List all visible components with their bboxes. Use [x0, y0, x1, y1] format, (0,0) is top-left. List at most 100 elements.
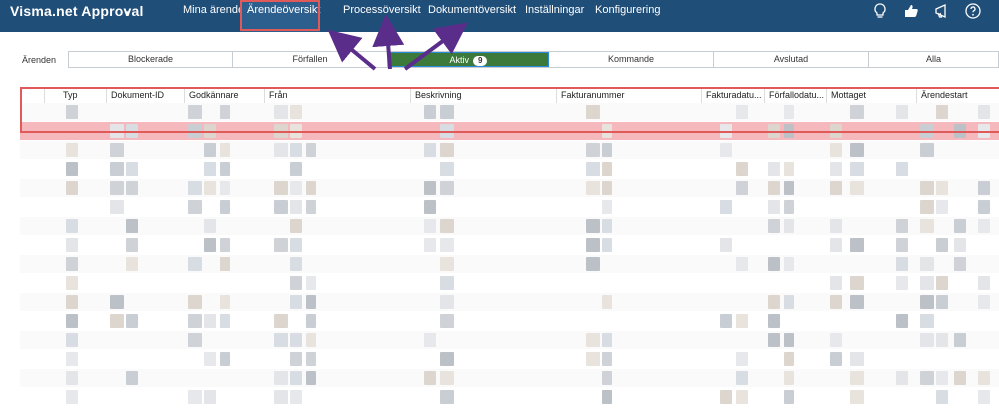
filter-label: Ärenden [22, 55, 57, 65]
obscured-cell [896, 162, 908, 176]
table-row[interactable] [20, 217, 999, 235]
obscured-cell [66, 143, 78, 157]
obscured-cell [306, 276, 316, 290]
app-title[interactable]: Visma.net Approval [10, 3, 144, 19]
obscured-cell [720, 238, 732, 252]
obscured-cell [768, 257, 780, 271]
obscured-cell [978, 276, 990, 290]
obscured-cell [126, 371, 138, 385]
obscured-cell [220, 314, 230, 328]
tab-kommande[interactable]: Kommande [549, 52, 714, 67]
table-row[interactable] [20, 255, 999, 273]
count-badge: 9 [473, 56, 488, 66]
obscured-cell [126, 257, 138, 271]
table-row[interactable] [20, 331, 999, 349]
thumbs-icon[interactable] [902, 2, 920, 20]
table-row[interactable] [20, 350, 999, 368]
obscured-cell [602, 200, 612, 214]
nav-item-dokumentoversikt[interactable]: Dokumentöversikt [428, 0, 516, 32]
chevron-down-icon[interactable]: ▾ [125, 9, 130, 19]
tab-aktiv[interactable]: Aktiv 9 [388, 52, 549, 67]
table-row[interactable] [20, 369, 999, 387]
obscured-cell [736, 314, 748, 328]
obscured-cell [110, 295, 124, 309]
obscured-cell [204, 181, 216, 195]
obscured-cell [896, 257, 908, 271]
nav-item-konfigurering[interactable]: Konfigurering [595, 0, 660, 32]
obscured-cell [936, 200, 948, 214]
obscured-cell [424, 181, 436, 195]
obscured-cell [830, 333, 842, 347]
obscured-cell [920, 257, 934, 271]
obscured-cell [954, 257, 966, 271]
obscured-cell [920, 181, 934, 195]
table-row[interactable] [20, 179, 999, 197]
obscured-cell [440, 390, 454, 404]
obscured-cell [736, 162, 748, 176]
obscured-cell [424, 219, 436, 233]
obscured-cell [602, 143, 612, 157]
obscured-cell [306, 371, 316, 385]
obscured-cell [440, 371, 454, 385]
tab-blockerade[interactable]: Blockerade [69, 52, 233, 67]
obscured-cell [126, 181, 138, 195]
table-row[interactable] [20, 274, 999, 292]
obscured-cell [586, 352, 600, 366]
obscured-cell [978, 219, 990, 233]
obscured-cell [896, 314, 908, 328]
obscured-cell [424, 143, 436, 157]
lightbulb-icon[interactable] [871, 2, 889, 20]
obscured-cell [440, 238, 454, 252]
table-row[interactable] [20, 236, 999, 254]
obscured-cell [602, 371, 612, 385]
obscured-cell [66, 371, 78, 385]
nav-item-installningar[interactable]: Inställningar [525, 0, 584, 32]
table-row[interactable] [20, 141, 999, 159]
table-row[interactable] [20, 388, 999, 406]
megaphone-icon[interactable] [933, 2, 951, 20]
obscured-cell [66, 314, 78, 328]
tab-alla[interactable]: Alla [869, 52, 998, 67]
tab-forfallen[interactable]: Förfallen [233, 52, 388, 67]
obscured-cell [586, 333, 600, 347]
obscured-cell [784, 162, 794, 176]
obscured-cell [896, 219, 908, 233]
obscured-cell [978, 181, 990, 195]
obscured-cell [188, 333, 202, 347]
obscured-cell [306, 352, 316, 366]
obscured-cell [306, 333, 316, 347]
table-row[interactable] [20, 160, 999, 178]
obscured-cell [220, 257, 230, 271]
obscured-cell [188, 181, 202, 195]
obscured-cell [978, 371, 990, 385]
table-row[interactable] [20, 293, 999, 311]
obscured-cell [220, 181, 230, 195]
highlight-box-grid [20, 87, 999, 133]
obscured-cell [920, 371, 934, 385]
obscured-cell [306, 181, 316, 195]
obscured-cell [66, 295, 78, 309]
help-icon[interactable] [964, 2, 982, 20]
obscured-cell [290, 390, 302, 404]
obscured-cell [936, 390, 948, 404]
obscured-cell [768, 333, 780, 347]
obscured-cell [110, 200, 124, 214]
obscured-cell [602, 295, 612, 309]
obscured-cell [66, 333, 78, 347]
tab-avslutad[interactable]: Avslutad [714, 52, 869, 67]
highlight-box-nav [240, 0, 320, 31]
obscured-cell [290, 143, 302, 157]
obscured-cell [274, 143, 288, 157]
obscured-cell [440, 219, 454, 233]
obscured-cell [830, 219, 842, 233]
obscured-cell [66, 162, 78, 176]
tab-aktiv-label: Aktiv [449, 55, 470, 65]
table-row[interactable] [20, 312, 999, 330]
nav-item-processoversikt[interactable]: Processöversikt [343, 0, 421, 32]
obscured-cell [850, 162, 864, 176]
obscured-cell [736, 181, 748, 195]
obscured-cell [204, 390, 216, 404]
obscured-cell [204, 143, 216, 157]
table-row[interactable] [20, 198, 999, 216]
obscured-cell [290, 276, 302, 290]
